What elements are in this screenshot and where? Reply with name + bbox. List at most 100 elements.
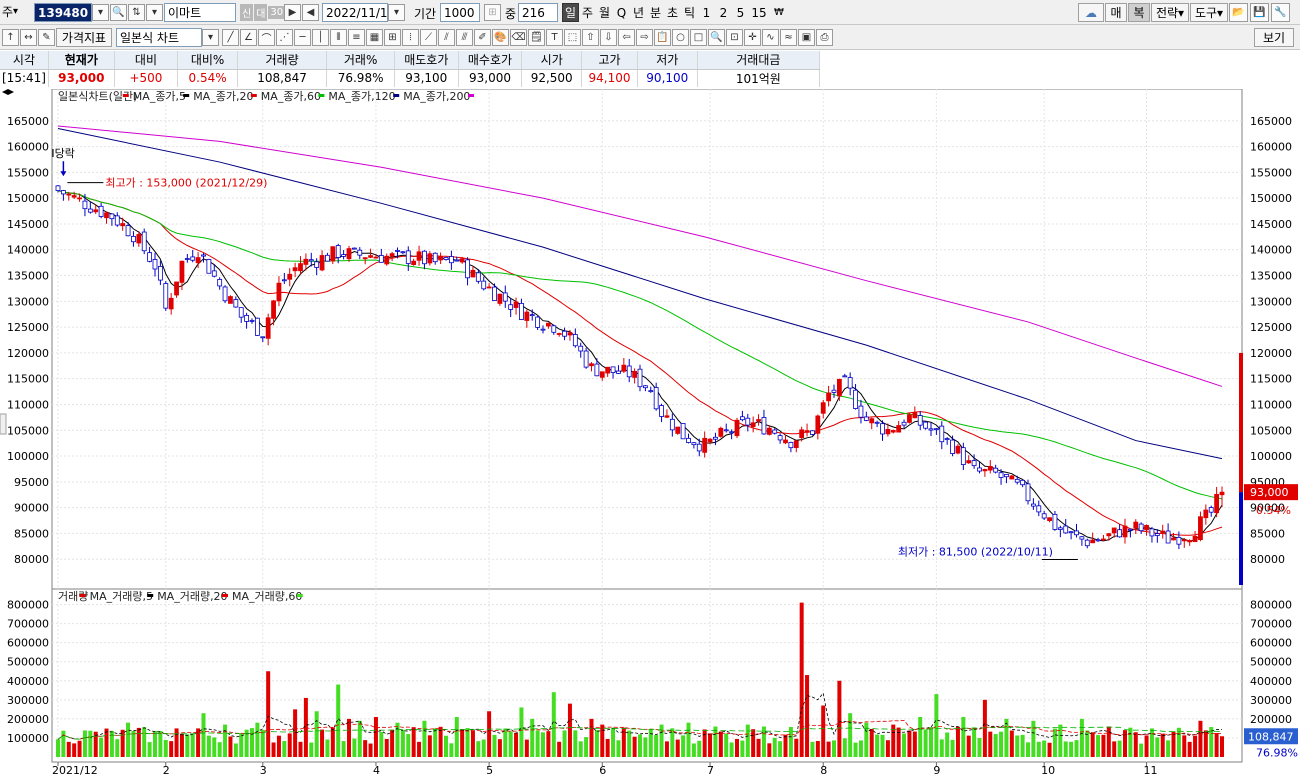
volume-bar — [131, 730, 136, 757]
candle — [292, 267, 298, 272]
next-date-icon[interactable]: ▶ — [284, 4, 301, 21]
expand-icon[interactable]: ↔ — [20, 29, 37, 46]
period-tick-button[interactable]: 틱 — [681, 3, 698, 22]
scroll-right-icon[interactable] — [8, 89, 14, 95]
candle — [1149, 528, 1155, 537]
speed-line-icon[interactable]: ⟋ — [420, 29, 437, 46]
candle — [303, 258, 309, 265]
volume-bar — [470, 730, 475, 757]
fibonacci-icon[interactable]: ⦀ — [330, 29, 347, 46]
period-second-button[interactable]: 초 — [664, 3, 681, 22]
wave-icon[interactable]: ∿ — [762, 29, 779, 46]
period-week-button[interactable]: 주 — [579, 3, 596, 22]
gann-icon[interactable]: ⊞ — [384, 29, 401, 46]
cloud-icon[interactable]: ☁ — [1078, 3, 1104, 22]
volume-bar — [460, 728, 465, 757]
pen-icon[interactable]: ✐ — [474, 29, 491, 46]
edit-icon[interactable]: ✎ — [38, 29, 55, 46]
view-button[interactable]: 보기 — [1254, 28, 1294, 47]
arrow-down-icon[interactable]: ⇩ — [600, 29, 617, 46]
period-input[interactable]: 1000 — [440, 3, 480, 22]
compare-icon[interactable]: ₩ — [769, 3, 789, 22]
cycle-icon[interactable]: ⦙ — [402, 29, 419, 46]
clipboard-icon[interactable]: 📋 — [654, 29, 671, 46]
note-icon[interactable]: 🗒 — [528, 29, 545, 46]
candle — [1171, 537, 1176, 541]
volume-bar — [1171, 731, 1176, 757]
table-icon[interactable]: ▦ — [366, 29, 383, 46]
period-month-button[interactable]: 월 — [596, 3, 613, 22]
tools-button[interactable]: 도구 ▾ — [1190, 3, 1228, 22]
retracement-icon[interactable]: ≡ — [348, 29, 365, 46]
text-icon[interactable]: T — [546, 29, 563, 46]
search-icon[interactable]: 🔍 — [110, 4, 127, 21]
strategy-button[interactable]: 전략 ▾ — [1151, 3, 1189, 22]
arrow-left-icon[interactable]: ⇦ — [618, 29, 635, 46]
calendar-dropdown-icon[interactable]: ▾ — [388, 4, 405, 21]
eraser-icon[interactable]: ⌫ — [510, 29, 527, 46]
chart-type-dropdown-icon[interactable]: ▾ — [202, 29, 219, 46]
period-quarter-button[interactable]: Q — [613, 3, 630, 22]
sort-icon[interactable]: ⇅ — [128, 4, 145, 21]
open-folder-icon[interactable]: 📂 — [1229, 3, 1248, 22]
prev-date-icon[interactable]: ◀ — [302, 4, 319, 21]
arrow-up-icon[interactable]: ⇧ — [582, 29, 599, 46]
code-dropdown-icon[interactable]: ▾ — [92, 4, 109, 21]
fan-icon[interactable]: ⋰ — [276, 29, 293, 46]
panel-toggle-handle[interactable] — [0, 413, 7, 435]
candle — [211, 270, 217, 277]
price-chart-area[interactable]: 80000 8000085000 8500090000 9000095000 95000… — [0, 89, 1300, 775]
date-input[interactable]: 2022/11/14 — [322, 3, 395, 22]
parallel-icon[interactable]: ⫻ — [456, 29, 473, 46]
pattern-icon[interactable]: ≈ — [780, 29, 797, 46]
interval-1-button[interactable]: 1 — [698, 3, 715, 22]
arc-icon[interactable]: ⌒ — [258, 29, 275, 46]
zoom-icon[interactable]: 🔍 — [708, 29, 725, 46]
period-year-button[interactable]: 년 — [630, 3, 647, 22]
interval-2-button[interactable]: 2 — [715, 3, 732, 22]
quote-header: 매수호가 — [458, 51, 523, 70]
candle — [815, 415, 821, 434]
rectangle-icon[interactable]: □ — [690, 29, 707, 46]
save-icon[interactable]: 💾 — [1250, 3, 1269, 22]
y-tick-label-right: 145000 — [1250, 218, 1292, 231]
stock-code-input[interactable]: 139480 — [34, 3, 92, 22]
circle-icon[interactable]: ○ — [672, 29, 689, 46]
market-select[interactable]: 주 ▾ — [2, 3, 18, 20]
print-icon[interactable]: ⎙ — [816, 29, 833, 46]
interval-15-button[interactable]: 15 — [749, 3, 769, 22]
chart-settings-icon[interactable]: ▣ — [798, 29, 815, 46]
chart-type-select[interactable]: 일본식 차트 — [116, 28, 202, 47]
volume-bar — [287, 733, 292, 757]
volume-bar — [805, 675, 810, 757]
list-dropdown-icon[interactable]: ▾ — [146, 4, 163, 21]
color-icon[interactable]: 🎨 — [492, 29, 509, 46]
volume-bar — [885, 740, 890, 757]
grid-icon[interactable]: ⊞ — [484, 4, 501, 21]
indicator-button[interactable]: 가격지표 — [56, 28, 112, 47]
angle-icon[interactable]: ∠ — [240, 29, 257, 46]
select-icon[interactable]: ⬚ — [564, 29, 581, 46]
zoom-area-icon[interactable]: ⊡ — [726, 29, 743, 46]
channel-icon[interactable]: ⫽ — [438, 29, 455, 46]
period-minute-button[interactable]: 분 — [647, 3, 664, 22]
hline-icon[interactable]: ─ — [294, 29, 311, 46]
interval-5-button[interactable]: 5 — [732, 3, 749, 22]
wrench-icon[interactable]: 🔧 — [1271, 3, 1290, 22]
volume-bar — [325, 739, 330, 757]
multi-button[interactable]: 복 — [1128, 3, 1150, 22]
volume-tick-label-right: 300000 — [1250, 694, 1292, 707]
price-change: +500 — [114, 69, 179, 87]
buy-sell-button[interactable]: 매 — [1105, 3, 1127, 22]
arrow-right-icon[interactable]: ⇨ — [636, 29, 653, 46]
volume-bar — [352, 738, 357, 757]
period-day-button[interactable]: 일 — [562, 3, 579, 22]
vline-icon[interactable]: │ — [312, 29, 329, 46]
collapse-icon[interactable]: ↑ — [2, 29, 19, 46]
volume-bar — [136, 727, 141, 757]
zoom-input[interactable]: 216 — [518, 3, 558, 22]
volume-bar — [842, 738, 847, 757]
scroll-left-icon[interactable] — [2, 89, 8, 95]
crosshair-icon[interactable]: ✛ — [744, 29, 761, 46]
trendline-icon[interactable]: ╱ — [222, 29, 239, 46]
